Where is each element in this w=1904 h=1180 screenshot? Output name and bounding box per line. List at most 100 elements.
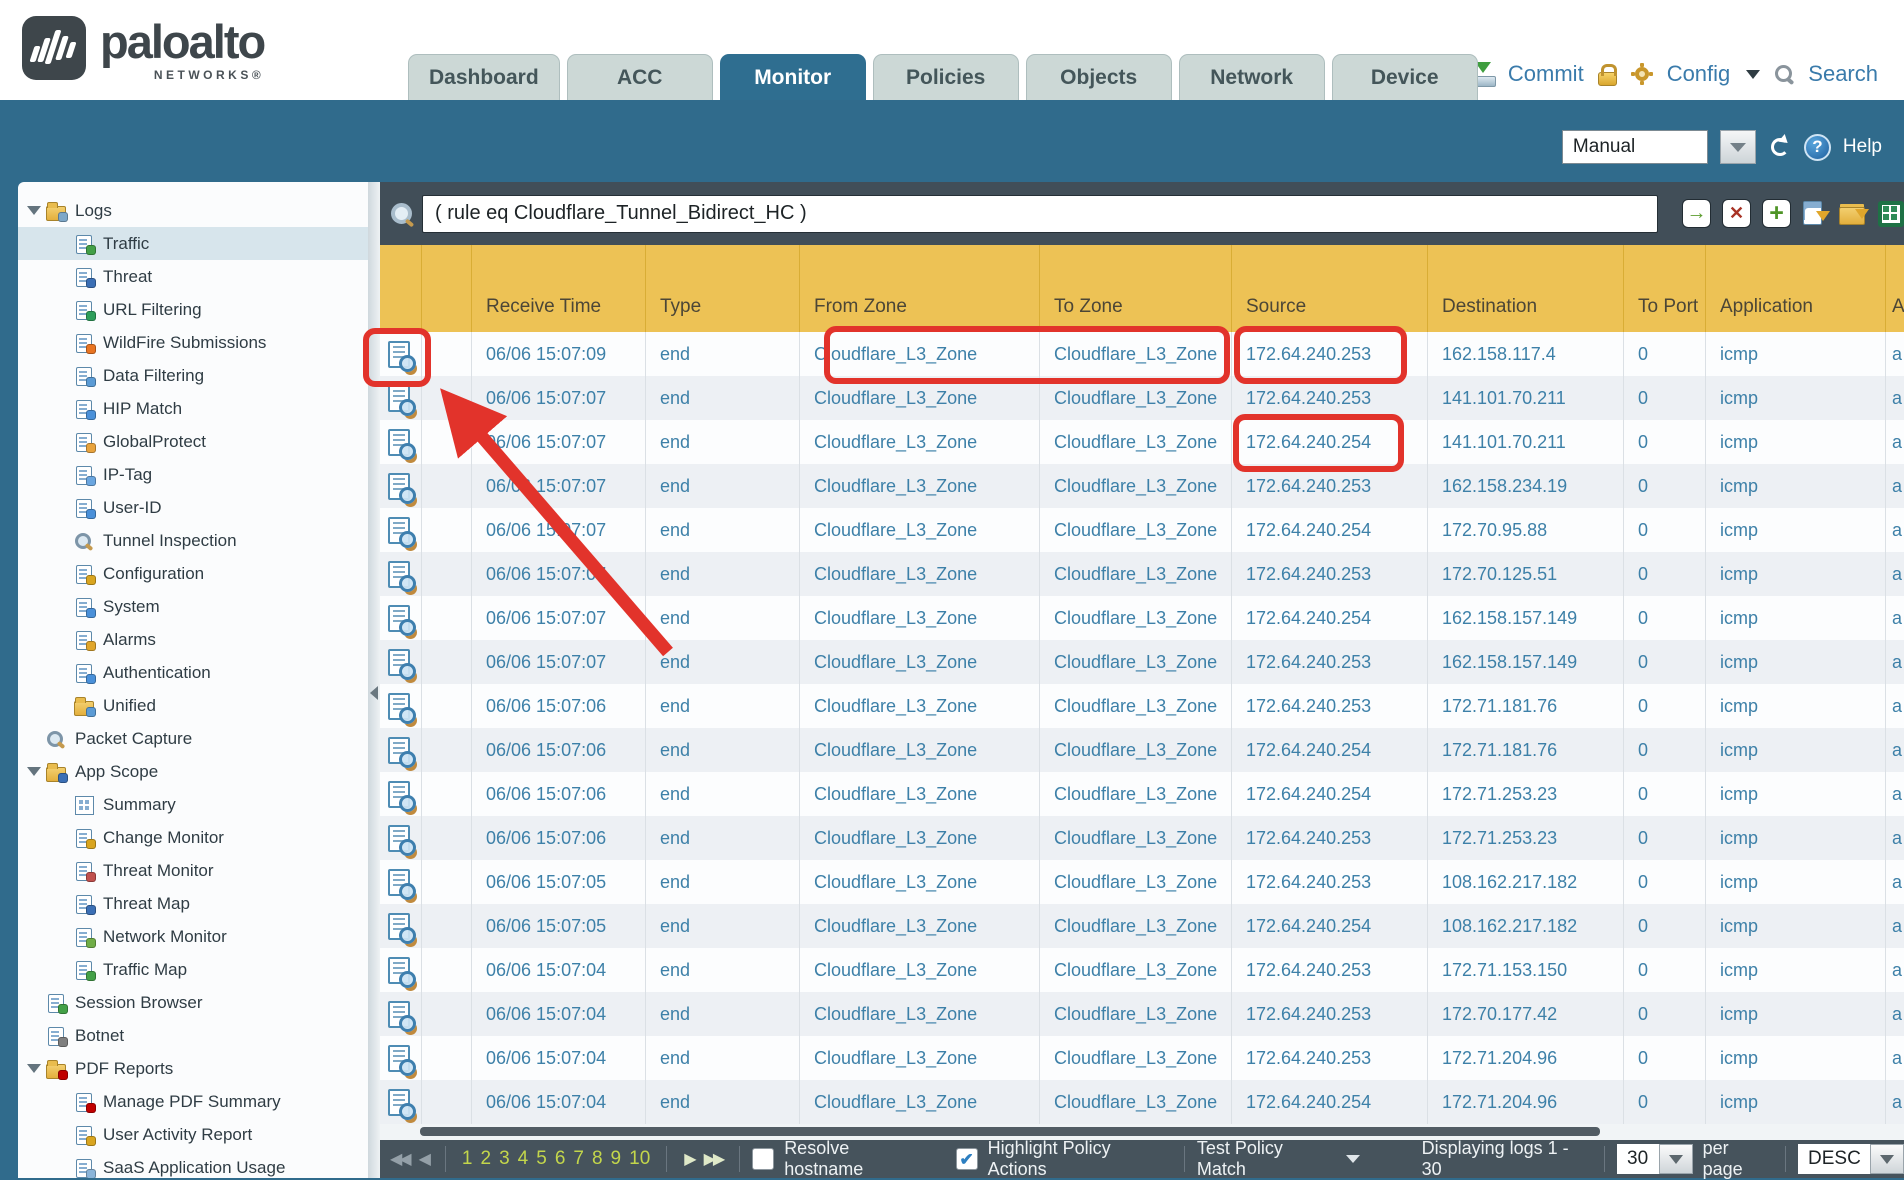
sidebar-item-authentication[interactable]: Authentication: [18, 656, 368, 689]
cell-from-zone[interactable]: Cloudflare_L3_Zone: [800, 552, 1040, 596]
log-detail-icon[interactable]: [388, 781, 410, 808]
next-page-button[interactable]: ▶: [684, 1149, 693, 1169]
cell-to-zone[interactable]: Cloudflare_L3_Zone: [1040, 420, 1232, 464]
log-detail-icon[interactable]: [388, 385, 410, 412]
cell-application[interactable]: icmp: [1706, 816, 1886, 860]
refresh-icon[interactable]: [1768, 135, 1792, 159]
log-detail-icon[interactable]: [388, 1001, 410, 1028]
log-detail-icon[interactable]: [388, 605, 410, 632]
cell-to-zone[interactable]: Cloudflare_L3_Zone: [1040, 376, 1232, 420]
sidebar-item-saas-application-usage[interactable]: SaaS Application Usage: [18, 1151, 368, 1178]
cell-to-port[interactable]: 0: [1624, 464, 1706, 508]
detail-cell[interactable]: [380, 552, 422, 596]
collapse-sidebar-icon[interactable]: [370, 686, 378, 700]
cell-destination[interactable]: 172.71.253.23: [1428, 816, 1624, 860]
prev-page-button[interactable]: ◀: [419, 1149, 428, 1169]
cell-to-port[interactable]: 0: [1624, 640, 1706, 684]
cell-destination[interactable]: 172.71.181.76: [1428, 684, 1624, 728]
sidebar-item-data-filtering[interactable]: Data Filtering: [18, 359, 368, 392]
cell-to-zone[interactable]: Cloudflare_L3_Zone: [1040, 816, 1232, 860]
sidebar-item-alarms[interactable]: Alarms: [18, 623, 368, 656]
test-policy-match-button[interactable]: Test Policy Match: [1197, 1138, 1336, 1180]
cell-to-zone[interactable]: Cloudflare_L3_Zone: [1040, 552, 1232, 596]
cell-source[interactable]: 172.64.240.254: [1232, 508, 1428, 552]
cell-from-zone[interactable]: Cloudflare_L3_Zone: [800, 772, 1040, 816]
cell-to-zone[interactable]: Cloudflare_L3_Zone: [1040, 508, 1232, 552]
column-header-source[interactable]: Source: [1232, 245, 1428, 332]
cell-type[interactable]: end: [646, 728, 800, 772]
log-detail-icon[interactable]: [388, 693, 410, 720]
per-page-dropdown-button[interactable]: [1659, 1144, 1693, 1174]
sidebar-item-ip-tag[interactable]: IP-Tag: [18, 458, 368, 491]
cell-receive-time[interactable]: 06/06 15:07:07: [472, 640, 646, 684]
cell-to-zone[interactable]: Cloudflare_L3_Zone: [1040, 596, 1232, 640]
cell-receive-time[interactable]: 06/06 15:07:04: [472, 1080, 646, 1124]
cell-application[interactable]: icmp: [1706, 640, 1886, 684]
cell-to-port[interactable]: 0: [1624, 508, 1706, 552]
sidebar-item-change-monitor[interactable]: Change Monitor: [18, 821, 368, 854]
cell-to-zone[interactable]: Cloudflare_L3_Zone: [1040, 728, 1232, 772]
cell-application[interactable]: icmp: [1706, 684, 1886, 728]
cell-to-port[interactable]: 0: [1624, 948, 1706, 992]
sort-order-dropdown-button[interactable]: [1870, 1144, 1904, 1174]
cell-destination[interactable]: 108.162.217.182: [1428, 860, 1624, 904]
cell-source[interactable]: 172.64.240.253: [1232, 464, 1428, 508]
sidebar-item-user-activity-report[interactable]: User Activity Report: [18, 1118, 368, 1151]
cell-a[interactable]: a: [1886, 860, 1904, 904]
commit-button[interactable]: Commit: [1508, 61, 1584, 87]
log-detail-icon[interactable]: [388, 869, 410, 896]
cell-application[interactable]: icmp: [1706, 596, 1886, 640]
global-search-button[interactable]: Search: [1808, 61, 1878, 87]
cell-to-port[interactable]: 0: [1624, 816, 1706, 860]
sidebar-item-pdf-reports[interactable]: PDF Reports: [18, 1052, 368, 1085]
cell-from-zone[interactable]: Cloudflare_L3_Zone: [800, 420, 1040, 464]
log-detail-icon[interactable]: [388, 429, 410, 456]
cell-a[interactable]: a: [1886, 376, 1904, 420]
cell-to-port[interactable]: 0: [1624, 860, 1706, 904]
help-label[interactable]: Help: [1843, 136, 1882, 158]
cell-to-zone[interactable]: Cloudflare_L3_Zone: [1040, 464, 1232, 508]
log-detail-icon[interactable]: [388, 649, 410, 676]
detail-cell[interactable]: [380, 728, 422, 772]
cell-to-zone[interactable]: Cloudflare_L3_Zone: [1040, 992, 1232, 1036]
cell-a[interactable]: a: [1886, 464, 1904, 508]
cell-a[interactable]: a: [1886, 816, 1904, 860]
cell-type[interactable]: end: [646, 508, 800, 552]
cell-receive-time[interactable]: 06/06 15:07:07: [472, 552, 646, 596]
cell-type[interactable]: end: [646, 992, 800, 1036]
sidebar-item-threat[interactable]: Threat: [18, 260, 368, 293]
detail-cell[interactable]: [380, 332, 422, 376]
tab-acc[interactable]: ACC: [567, 54, 713, 100]
column-header-a[interactable]: A: [1886, 245, 1904, 332]
cell-a[interactable]: a: [1886, 728, 1904, 772]
page-number-6[interactable]: 6: [555, 1148, 566, 1169]
cell-destination[interactable]: 172.71.204.96: [1428, 1080, 1624, 1124]
detail-cell[interactable]: [380, 684, 422, 728]
log-detail-icon[interactable]: [388, 473, 410, 500]
cell-to-port[interactable]: 0: [1624, 420, 1706, 464]
cell-destination[interactable]: 172.70.95.88: [1428, 508, 1624, 552]
sidebar-item-configuration[interactable]: Configuration: [18, 557, 368, 590]
cell-destination[interactable]: 162.158.234.19: [1428, 464, 1624, 508]
cell-type[interactable]: end: [646, 376, 800, 420]
cell-from-zone[interactable]: Cloudflare_L3_Zone: [800, 1080, 1040, 1124]
cell-type[interactable]: end: [646, 596, 800, 640]
sidebar-item-logs[interactable]: Logs: [18, 194, 368, 227]
sidebar-item-summary[interactable]: Summary: [18, 788, 368, 821]
cell-destination[interactable]: 162.158.157.149: [1428, 640, 1624, 684]
log-detail-icon[interactable]: [388, 825, 410, 852]
detail-cell[interactable]: [380, 640, 422, 684]
sidebar-item-tunnel-inspection[interactable]: Tunnel Inspection: [18, 524, 368, 557]
cell-application[interactable]: icmp: [1706, 552, 1886, 596]
tab-dashboard[interactable]: Dashboard: [408, 54, 560, 100]
cell-type[interactable]: end: [646, 332, 800, 376]
cell-source[interactable]: 172.64.240.253: [1232, 992, 1428, 1036]
cell-receive-time[interactable]: 06/06 15:07:06: [472, 772, 646, 816]
cell-from-zone[interactable]: Cloudflare_L3_Zone: [800, 860, 1040, 904]
sidebar-item-network-monitor[interactable]: Network Monitor: [18, 920, 368, 953]
column-header-type[interactable]: Type: [646, 245, 800, 332]
page-number-3[interactable]: 3: [499, 1148, 510, 1169]
detail-cell[interactable]: [380, 596, 422, 640]
page-number-5[interactable]: 5: [536, 1148, 547, 1169]
cell-a[interactable]: a: [1886, 1036, 1904, 1080]
